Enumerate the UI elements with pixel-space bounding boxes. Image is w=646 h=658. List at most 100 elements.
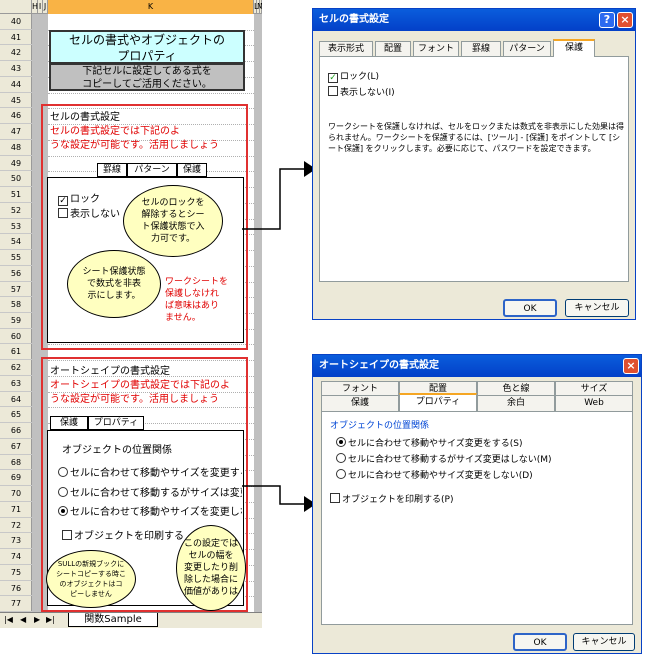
shape-dialog-titlebar[interactable]: オートシェイプの書式設定 — [313, 355, 641, 377]
row-header[interactable]: 55 — [0, 250, 32, 266]
shape-radio-move-size[interactable]: セルに合わせて移動やサイズを変更する — [58, 464, 242, 479]
row-header[interactable]: 76 — [0, 581, 32, 597]
shape-radio-move-only[interactable]: セルに合わせて移動するがサイズは変更 — [58, 484, 242, 499]
shape-print-option[interactable]: オブジェクトを印刷する — [62, 527, 184, 542]
row-header[interactable]: 71 — [0, 502, 32, 518]
row-header[interactable]: 42 — [0, 45, 32, 62]
dlg2-radio-move-size-btn[interactable] — [336, 437, 346, 447]
dlg2-cancel-button[interactable]: キャンセル — [573, 633, 635, 651]
row-header[interactable]: 61 — [0, 344, 32, 361]
row-header[interactable]: 58 — [0, 297, 32, 313]
row-header[interactable]: 70 — [0, 486, 32, 502]
dlg2-tab-protection[interactable]: 保護 — [321, 395, 399, 411]
col-header-n[interactable]: N — [260, 0, 262, 14]
row-header[interactable]: 49 — [0, 156, 32, 172]
radio-move-only[interactable] — [58, 487, 68, 497]
row-header[interactable]: 43 — [0, 61, 32, 77]
row-header[interactable]: 47 — [0, 124, 32, 140]
dlg2-radio-move-only-btn[interactable] — [336, 453, 346, 463]
row-header[interactable]: 54 — [0, 234, 32, 251]
last-sheet-icon[interactable]: ▶| — [46, 615, 55, 624]
row-header[interactable]: 44 — [0, 77, 32, 93]
row-header[interactable]: 40 — [0, 14, 32, 30]
dlg1-tab-font[interactable]: フォント — [413, 41, 459, 57]
row-header[interactable]: 62 — [0, 360, 32, 376]
cell-tab-protect[interactable]: 保護 — [177, 163, 207, 177]
shape-radio-no-move[interactable]: セルに合わせて移動やサイズを変更しな — [58, 503, 242, 518]
dlg2-radio-move-only[interactable]: セルに合わせて移動するがサイズ変更はしない(M) — [336, 452, 552, 465]
shape-tab-properties[interactable]: プロパティ — [88, 416, 144, 430]
dlg1-cancel-button[interactable]: キャンセル — [565, 299, 629, 317]
cell-dialog-title: セルの書式設定 — [319, 14, 389, 25]
dlg2-tab-margins[interactable]: 余白 — [477, 395, 555, 411]
sheet-tab-sample[interactable]: 関数Sample — [68, 613, 158, 627]
shape-tab-protect[interactable]: 保護 — [50, 416, 88, 430]
row-header[interactable]: 68 — [0, 455, 32, 471]
dlg1-lock-checkbox[interactable]: ✓ — [328, 73, 338, 83]
dlg2-tab-properties[interactable]: プロパティ — [399, 393, 477, 411]
row-header[interactable]: 73 — [0, 533, 32, 550]
print-checkbox[interactable] — [62, 530, 72, 540]
dlg2-radio-no-move-btn[interactable] — [336, 469, 346, 479]
first-sheet-icon[interactable]: |◀ — [4, 615, 13, 624]
row-header[interactable]: 77 — [0, 596, 32, 612]
dlg2-print-option[interactable]: オブジェクトを印刷する(P) — [330, 492, 453, 505]
radio-no-move[interactable] — [58, 506, 68, 516]
print-label: オブジェクトを印刷する — [74, 531, 184, 542]
row-header[interactable]: 57 — [0, 282, 32, 298]
row-header[interactable]: 59 — [0, 313, 32, 329]
dlg2-print-checkbox[interactable] — [330, 493, 340, 503]
row-header[interactable]: 64 — [0, 392, 32, 408]
dlg2-radio-no-move[interactable]: セルに合わせて移動やサイズ変更をしない(D) — [336, 468, 533, 481]
row-header[interactable]: 69 — [0, 470, 32, 487]
dlg2-print-label: オブジェクトを印刷する(P) — [342, 495, 454, 505]
cell-dialog-titlebar[interactable]: セルの書式設定 — [313, 9, 635, 31]
row-header[interactable]: 67 — [0, 439, 32, 455]
dlg1-tab-pattern[interactable]: パターン — [503, 41, 551, 57]
row-header[interactable]: 52 — [0, 203, 32, 219]
dlg1-protection-panel: ✓ ロック(L) 表示しない(I) ワークシートを保護しなければ、セルをロックまた… — [319, 56, 629, 282]
row-header[interactable]: 65 — [0, 407, 32, 424]
dlg1-tab-protection[interactable]: 保護 — [553, 39, 595, 57]
close-icon[interactable]: × — [623, 358, 639, 374]
copy-note-cell[interactable]: 下記セルに設定してある式を コピーしてご活用ください。 — [49, 63, 245, 91]
dlg1-tab-number[interactable]: 表示形式 — [319, 41, 373, 57]
cell-hide-option[interactable]: 表示しない — [58, 205, 120, 220]
dlg1-hide-option[interactable]: 表示しない(I) — [328, 85, 395, 98]
dlg1-ok-button[interactable]: OK — [503, 299, 557, 317]
cell-tab-pattern[interactable]: パターン — [127, 163, 177, 177]
row-header[interactable]: 48 — [0, 140, 32, 156]
prev-sheet-icon[interactable]: ◀ — [20, 615, 26, 624]
row-header[interactable]: 75 — [0, 565, 32, 581]
cell-tab-border[interactable]: 罫線 — [97, 163, 127, 177]
help-icon[interactable]: ? — [599, 12, 615, 28]
next-sheet-icon[interactable]: ▶ — [34, 615, 40, 624]
title-cell[interactable]: セルの書式やオブジェクトの プロパティ — [49, 30, 245, 64]
row-header[interactable]: 66 — [0, 423, 32, 439]
dlg2-tab-web[interactable]: Web — [555, 395, 633, 411]
row-header[interactable]: 60 — [0, 329, 32, 345]
hide-checkbox[interactable] — [58, 208, 68, 218]
row-header[interactable]: 74 — [0, 549, 32, 565]
autoshape-format-dialog: オートシェイプの書式設定 × フォント 配置 色と線 サイズ 保護 プロパティ … — [312, 354, 642, 654]
radio-move-size[interactable] — [58, 467, 68, 477]
row-header[interactable]: 51 — [0, 187, 32, 203]
close-icon[interactable]: × — [617, 12, 633, 28]
cell-lock-option[interactable]: ✓ ロック — [58, 190, 100, 206]
select-all-corner[interactable] — [0, 0, 32, 14]
row-header[interactable]: 45 — [0, 93, 32, 109]
dlg1-lock-option[interactable]: ✓ ロック(L) — [328, 69, 379, 83]
row-header[interactable]: 56 — [0, 266, 32, 282]
row-header[interactable]: 72 — [0, 518, 32, 534]
row-header[interactable]: 63 — [0, 376, 32, 392]
dlg1-tab-border[interactable]: 罫線 — [461, 41, 501, 57]
col-header-k[interactable]: K — [48, 0, 254, 14]
row-header[interactable]: 53 — [0, 219, 32, 235]
row-header[interactable]: 50 — [0, 171, 32, 188]
dlg2-ok-button[interactable]: OK — [513, 633, 567, 651]
dlg1-tab-alignment[interactable]: 配置 — [375, 41, 411, 57]
dlg2-radio-move-size[interactable]: セルに合わせて移動やサイズ変更をする(S) — [336, 436, 522, 449]
row-header[interactable]: 41 — [0, 30, 32, 46]
dlg1-hide-checkbox[interactable] — [328, 86, 338, 96]
row-header[interactable]: 46 — [0, 108, 32, 125]
